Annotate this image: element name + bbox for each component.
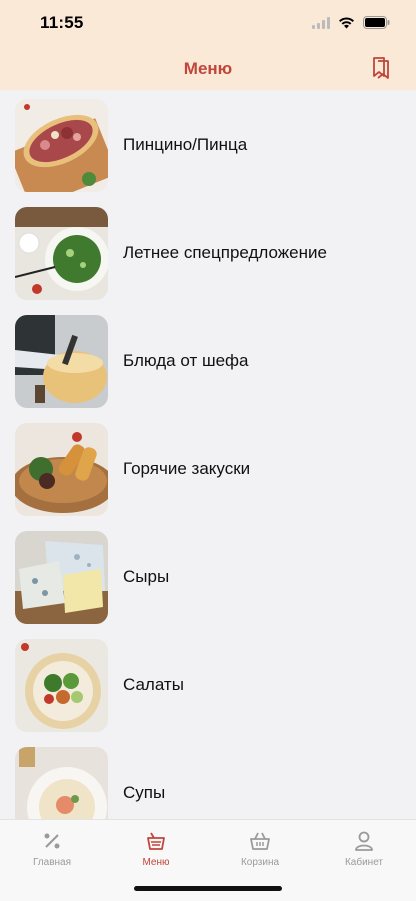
- signal-icon: [312, 16, 330, 29]
- menu-item-pinsa[interactable]: Пинцино/Пинца: [15, 98, 405, 192]
- menu-item-label: Блюда от шефа: [123, 351, 249, 370]
- tab-menu[interactable]: Меню: [104, 830, 208, 868]
- profile-icon: [355, 831, 373, 851]
- menu-item-soups[interactable]: Супы: [15, 746, 405, 819]
- cheeses-thumbnail: [15, 530, 108, 624]
- soups-thumbnail: [15, 746, 108, 819]
- tab-label: Главная: [32, 857, 72, 868]
- home-indicator: [134, 886, 282, 891]
- menu-item-label: Салаты: [123, 675, 184, 694]
- status-time: 11:55: [40, 13, 84, 32]
- menu-item-salads[interactable]: Салаты: [15, 638, 405, 732]
- tab-label: Корзина: [240, 857, 280, 868]
- tab-cart[interactable]: Корзина: [208, 830, 312, 868]
- tab-label: Меню: [142, 857, 170, 868]
- salads-thumbnail: [15, 638, 108, 732]
- basket-icon: [250, 832, 270, 850]
- menu-item-chef-dishes[interactable]: Блюда от шефа: [15, 314, 405, 408]
- menu-pot-icon: [147, 832, 165, 850]
- menu-item-label: Пинцино/Пинца: [123, 135, 248, 154]
- menu-item-label: Горячие закуски: [123, 459, 251, 478]
- chef-dishes-thumbnail: [15, 314, 108, 408]
- status-bar: 11:55: [0, 0, 416, 48]
- menu-item-label: Супы: [123, 783, 166, 802]
- bookmark-icon[interactable]: [370, 56, 392, 80]
- menu-item-label: Летнее спецпредложение: [123, 243, 327, 262]
- status-icons: [312, 16, 390, 29]
- page-title: Меню: [183, 59, 233, 78]
- percent-icon: [44, 833, 60, 849]
- menu-category-list[interactable]: Пинцино/Пинца Летнее спецпредложение Блю…: [0, 90, 416, 819]
- menu-item-cheeses[interactable]: Сыры: [15, 530, 405, 624]
- tab-profile[interactable]: Кабинет: [312, 830, 416, 868]
- tab-label: Кабинет: [344, 857, 384, 868]
- menu-item-label: Сыры: [123, 567, 170, 586]
- wifi-icon: [339, 16, 354, 28]
- pinsa-thumbnail: [15, 98, 108, 192]
- battery-icon: [363, 16, 390, 29]
- tab-home[interactable]: Главная: [0, 830, 104, 868]
- summer-special-thumbnail: [15, 206, 108, 300]
- menu-item-summer-special[interactable]: Летнее спецпредложение: [15, 206, 405, 300]
- menu-item-hot-appetizers[interactable]: Горячие закуски: [15, 422, 405, 516]
- nav-header: Меню: [0, 48, 416, 90]
- hot-appetizers-thumbnail: [15, 422, 108, 516]
